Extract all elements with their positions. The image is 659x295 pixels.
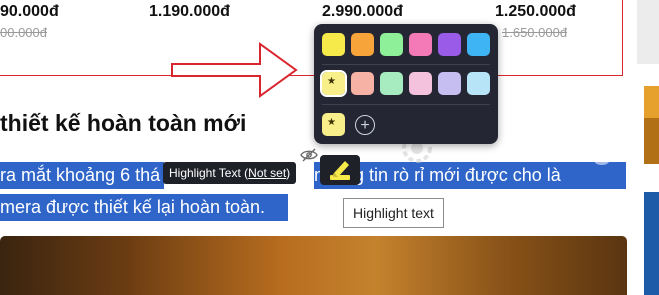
palette-divider bbox=[322, 104, 490, 105]
selected-text-part: mera được thiết kế lại hoàn toàn. bbox=[0, 197, 265, 217]
swatch-custom[interactable]: ★ bbox=[322, 113, 345, 136]
article-photo bbox=[0, 236, 627, 295]
annotation-arrow bbox=[171, 42, 298, 98]
swatch-green[interactable] bbox=[380, 33, 403, 56]
star-icon: ★ bbox=[327, 117, 336, 128]
palette-divider bbox=[322, 64, 490, 65]
swatch-light-coral[interactable] bbox=[351, 72, 374, 95]
swatch-pink[interactable] bbox=[409, 33, 432, 56]
eye-off-icon[interactable] bbox=[300, 148, 318, 162]
highlight-marker-button[interactable] bbox=[320, 155, 360, 185]
price-4: 1.250.000đ bbox=[495, 3, 576, 20]
swatch-light-purple[interactable] bbox=[438, 72, 461, 95]
swatch-light-green[interactable] bbox=[380, 72, 403, 95]
side-thumbnail-top[interactable] bbox=[637, 0, 659, 64]
tooltip-suffix: ) bbox=[286, 166, 291, 180]
highlighter-icon bbox=[330, 161, 350, 180]
swatch-yellow[interactable] bbox=[322, 33, 345, 56]
highlight-color-palette: ★ ★ + bbox=[314, 24, 498, 144]
side-thumbnail-mid-shade bbox=[644, 118, 659, 164]
add-color-button[interactable]: + bbox=[355, 115, 375, 135]
star-icon: ★ bbox=[327, 76, 336, 87]
swatch-light-pink[interactable] bbox=[409, 72, 432, 95]
highlight-shortcut-tooltip: Highlight Text (Not set) bbox=[163, 162, 297, 184]
swatch-blue[interactable] bbox=[467, 33, 490, 56]
old-price-4: 1.650.000đ bbox=[502, 25, 568, 40]
side-thumbnail-bottom[interactable] bbox=[644, 192, 659, 295]
not-set-link[interactable]: Not set bbox=[248, 166, 286, 180]
old-price-1: 00.000đ bbox=[0, 25, 47, 40]
price-2: 1.190.000đ bbox=[149, 3, 230, 20]
price-1: 90.000đ bbox=[0, 3, 59, 20]
selected-text-line2[interactable]: mera được thiết kế lại hoàn toàn. bbox=[0, 194, 288, 221]
selected-text-line1-left[interactable]: ra mắt khoảng 6 thá bbox=[0, 162, 164, 189]
swatch-light-blue[interactable] bbox=[467, 72, 490, 95]
price-3: 2.990.000đ bbox=[322, 3, 403, 20]
tooltip-prefix: Highlight Text ( bbox=[169, 166, 249, 180]
selected-text-part: ra mắt khoảng 6 thá bbox=[0, 165, 161, 185]
swatch-light-yellow-selected[interactable]: ★ bbox=[320, 70, 347, 97]
highlight-text-tooltip: Highlight text bbox=[343, 198, 444, 228]
swatch-orange[interactable] bbox=[351, 33, 374, 56]
swatch-purple[interactable] bbox=[438, 33, 461, 56]
article-heading: thiết kế hoàn toàn mới bbox=[0, 110, 247, 136]
